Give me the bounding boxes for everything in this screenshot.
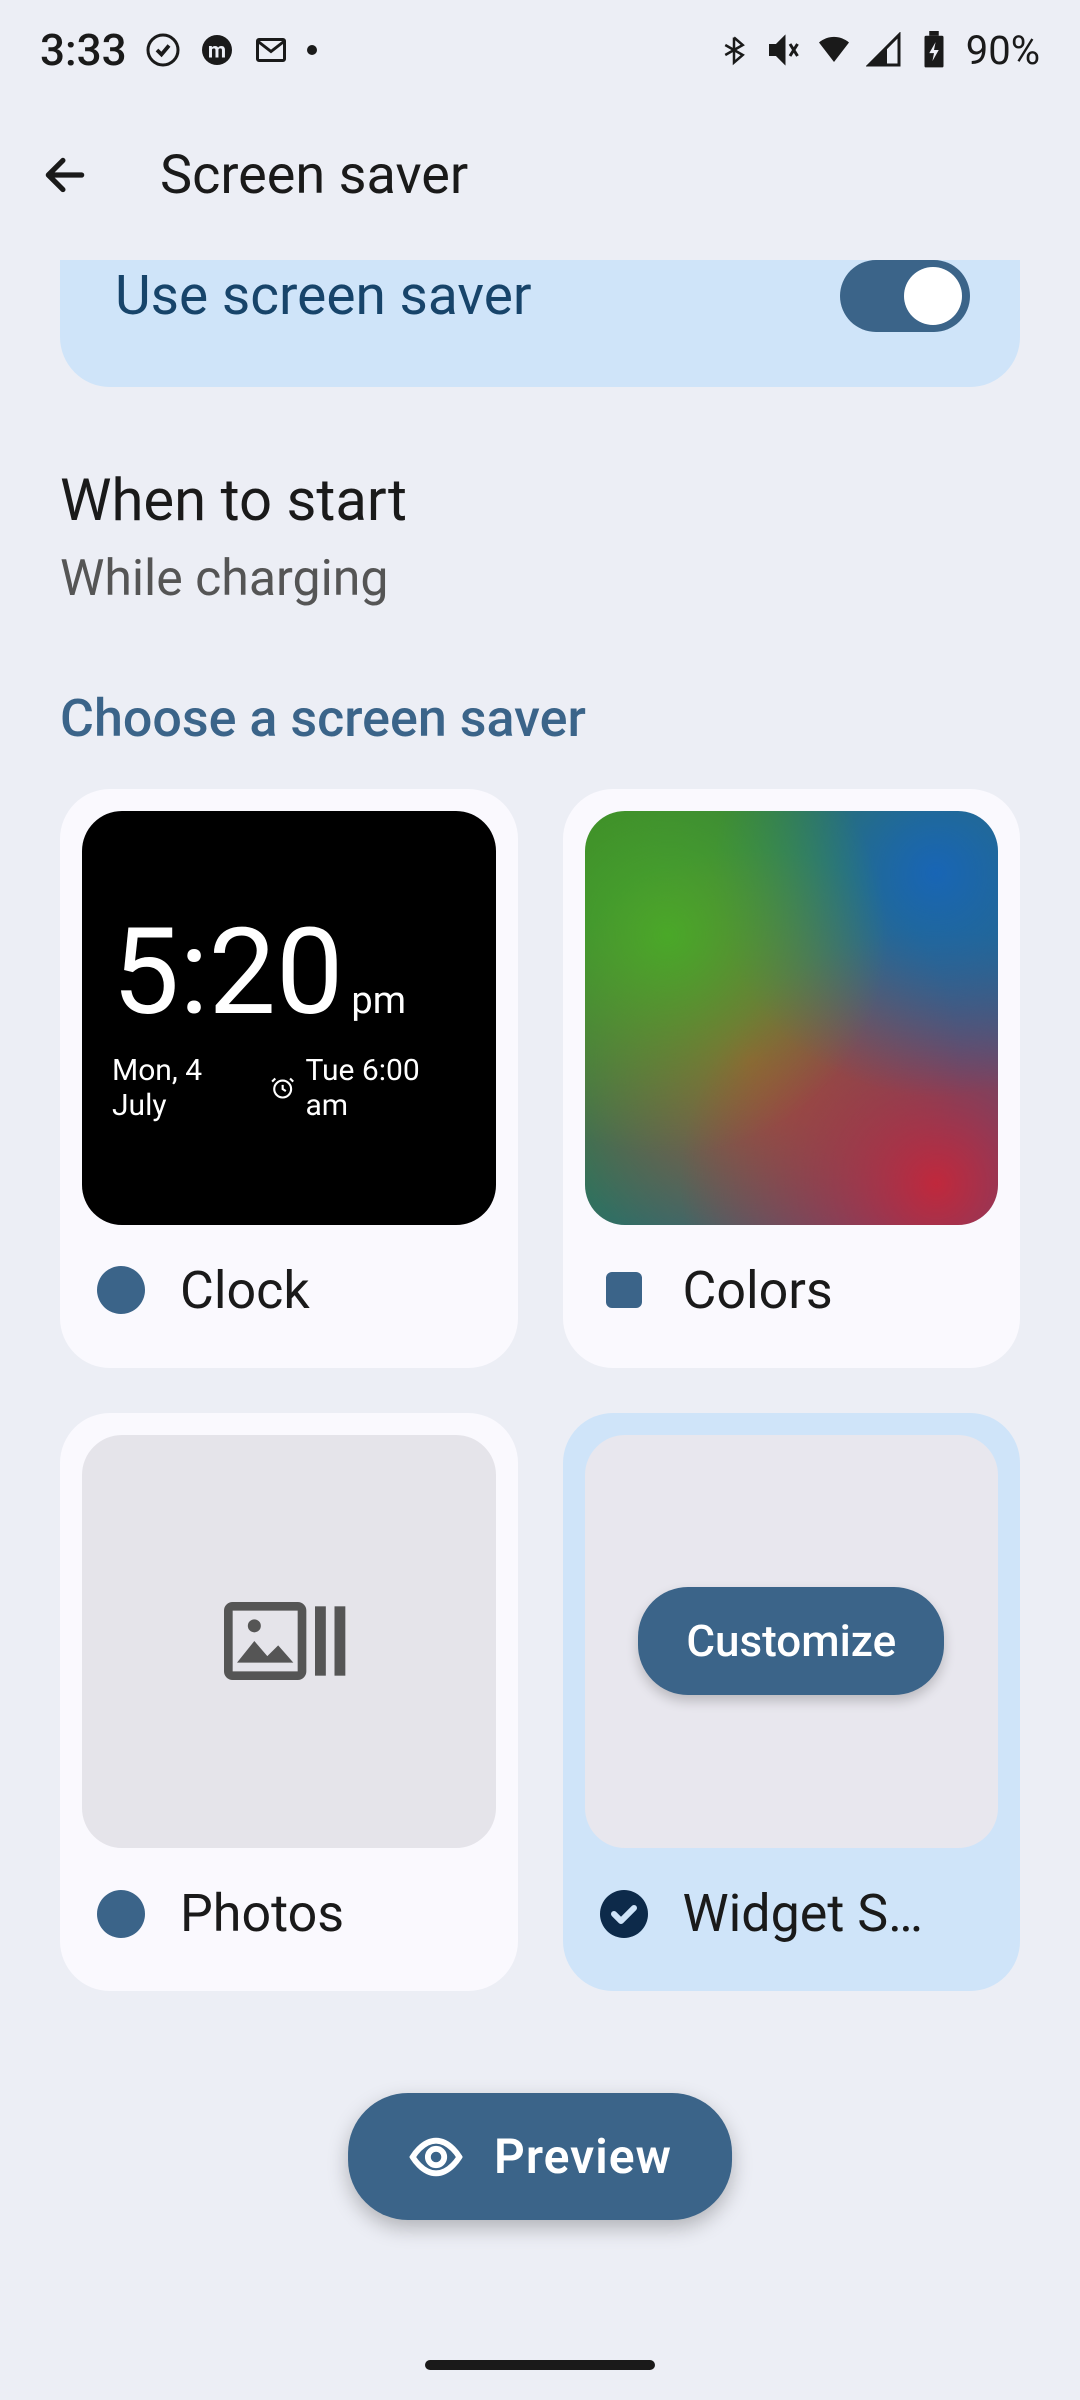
radio-unselected-icon bbox=[606, 1272, 642, 1308]
radio-selected-icon bbox=[600, 1890, 648, 1938]
saver-label-row: Widget S… bbox=[585, 1848, 999, 1969]
app-bar: Screen saver bbox=[0, 100, 1080, 260]
status-bar: 3:33 m 90% bbox=[0, 0, 1080, 100]
widget-preview: Customize bbox=[585, 1435, 999, 1849]
saver-label-row: Clock bbox=[82, 1225, 496, 1346]
clock-alarm: Tue 6:00 am bbox=[305, 1053, 465, 1123]
arrow-left-icon bbox=[40, 150, 90, 200]
saver-label-row: Photos bbox=[82, 1848, 496, 1969]
svg-text:m: m bbox=[208, 40, 226, 64]
gmail-icon bbox=[253, 32, 289, 68]
status-left: 3:33 m bbox=[40, 24, 317, 76]
use-screen-saver-label: Use screen saver bbox=[115, 264, 532, 328]
customize-button[interactable]: Customize bbox=[638, 1587, 944, 1695]
radio-unselected-icon bbox=[97, 1890, 145, 1938]
when-to-start-row[interactable]: When to start While charging bbox=[0, 447, 1080, 688]
screen-saver-grid: 5:20 pm Mon, 4 July Tue 6:00 am Clock Co… bbox=[0, 789, 1080, 1991]
checkmark-circle-icon bbox=[145, 32, 181, 68]
clock-date: Mon, 4 July bbox=[112, 1053, 260, 1123]
use-screen-saver-toggle[interactable] bbox=[840, 260, 970, 332]
saver-card-photos[interactable]: Photos bbox=[60, 1413, 518, 1992]
more-notifications-icon bbox=[307, 45, 317, 55]
preview-button-label: Preview bbox=[494, 2128, 672, 2185]
radio-unselected-icon bbox=[97, 1266, 145, 1314]
saver-label-row: Colors bbox=[585, 1225, 999, 1346]
toggle-thumb bbox=[904, 267, 962, 325]
clock-preview: 5:20 pm Mon, 4 July Tue 6:00 am bbox=[82, 811, 496, 1225]
clock-ampm: pm bbox=[351, 979, 406, 1023]
alarm-icon bbox=[270, 1075, 295, 1101]
mute-icon bbox=[766, 32, 802, 68]
saver-card-clock[interactable]: 5:20 pm Mon, 4 July Tue 6:00 am Clock bbox=[60, 789, 518, 1368]
choose-section-header: Choose a screen saver bbox=[0, 688, 1080, 789]
when-to-start-title: When to start bbox=[60, 467, 1020, 535]
navigation-handle[interactable] bbox=[425, 2360, 655, 2370]
when-to-start-value: While charging bbox=[60, 550, 1020, 608]
saver-name: Colors bbox=[683, 1260, 833, 1321]
clock-time: 5:20 bbox=[112, 913, 343, 1033]
page-title: Screen saver bbox=[160, 144, 468, 207]
saver-name: Photos bbox=[180, 1883, 344, 1944]
battery-charging-icon bbox=[916, 32, 952, 68]
use-screen-saver-row[interactable]: Use screen saver bbox=[60, 260, 1020, 387]
m-circle-icon: m bbox=[199, 32, 235, 68]
preview-button[interactable]: Preview bbox=[348, 2093, 732, 2220]
eye-icon bbox=[408, 2129, 464, 2185]
colors-preview bbox=[585, 811, 999, 1225]
saver-name: Widget S… bbox=[683, 1883, 923, 1944]
bluetooth-icon bbox=[716, 32, 752, 68]
saver-name: Clock bbox=[180, 1260, 310, 1321]
status-right: 90% bbox=[716, 27, 1040, 74]
photos-preview bbox=[82, 1435, 496, 1849]
saver-card-widget[interactable]: Customize Widget S… bbox=[563, 1413, 1021, 1992]
signal-icon bbox=[866, 32, 902, 68]
saver-card-colors[interactable]: Colors bbox=[563, 789, 1021, 1368]
back-button[interactable] bbox=[30, 140, 100, 210]
status-time: 3:33 bbox=[40, 24, 127, 76]
photo-slideshow-icon bbox=[224, 1591, 354, 1691]
battery-percent: 90% bbox=[966, 27, 1040, 74]
wifi-icon bbox=[816, 32, 852, 68]
